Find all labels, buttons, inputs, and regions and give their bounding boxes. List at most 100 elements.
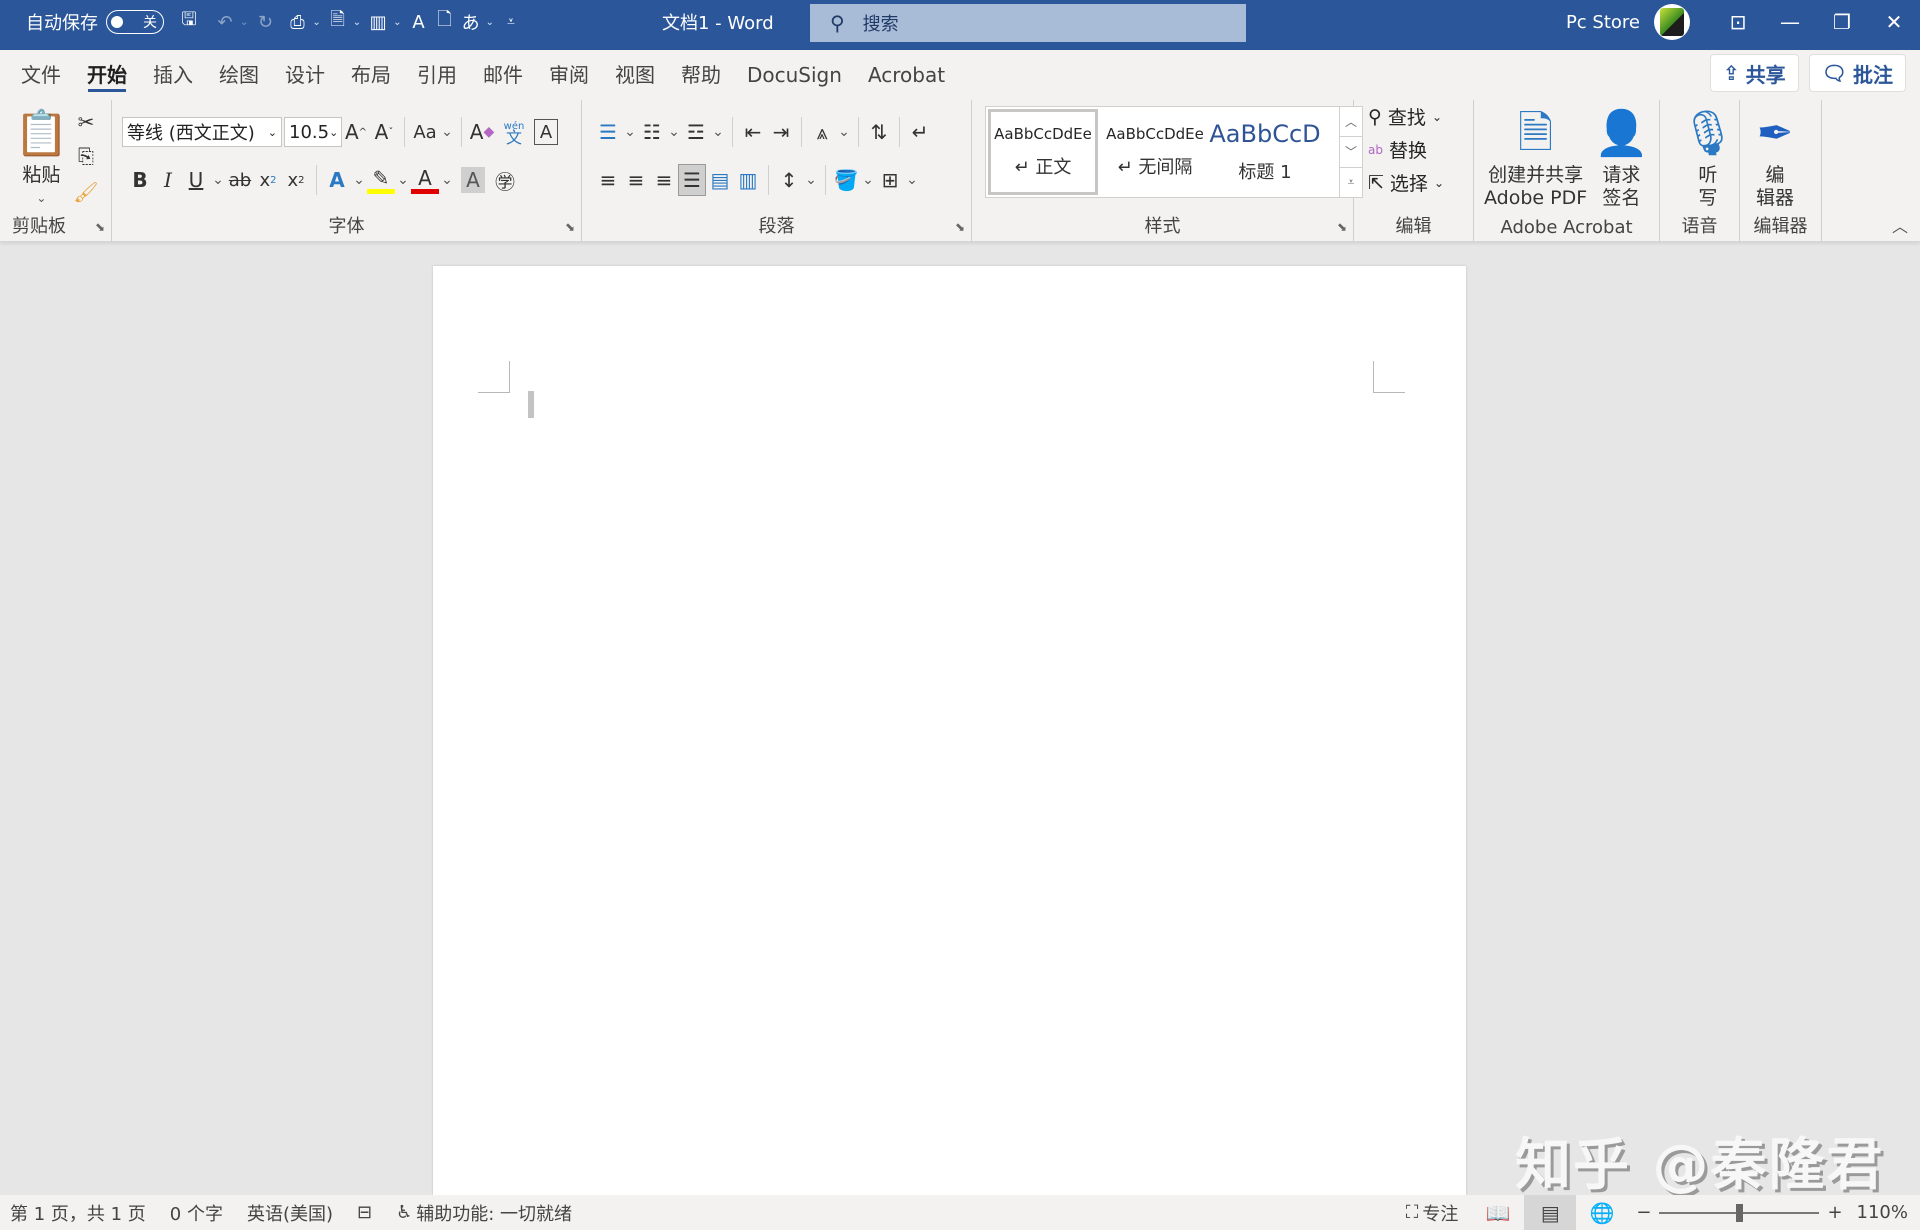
style-heading-1[interactable]: AaBbCcD 标题 1: [1209, 107, 1320, 197]
replace-button[interactable]: ab 替换: [1368, 133, 1444, 166]
translate-icon[interactable]: あ: [458, 7, 484, 37]
distributed-icon[interactable]: ▤: [706, 164, 734, 196]
minimize-icon[interactable]: —: [1764, 10, 1816, 34]
subscript-icon[interactable]: x2: [254, 164, 282, 196]
bold-icon[interactable]: B: [126, 164, 154, 196]
numbering-icon[interactable]: ☷: [638, 116, 666, 148]
tab-view[interactable]: 视图: [602, 50, 668, 100]
zoom-slider-thumb[interactable]: [1736, 1203, 1744, 1222]
chevron-down-icon[interactable]: ⌄: [439, 164, 455, 196]
language[interactable]: 英语(美国): [247, 1200, 333, 1226]
enclose-characters-icon[interactable]: ㊫: [491, 164, 519, 196]
align-center-icon[interactable]: ≡: [622, 164, 650, 196]
select-button[interactable]: ⇱ 选择 ⌄: [1368, 166, 1444, 199]
grow-font-icon[interactable]: A ^: [342, 116, 370, 148]
tab-mailings[interactable]: 邮件: [470, 50, 536, 100]
sort-icon[interactable]: ⇅: [865, 116, 893, 148]
change-case-button[interactable]: Aa: [411, 116, 439, 148]
style-normal[interactable]: AaBbCcDdEe ↵ 正文: [988, 109, 1098, 195]
chevron-down-icon[interactable]: ⌄: [666, 116, 682, 148]
word-count[interactable]: 0 个字: [170, 1200, 223, 1226]
dialog-launcher-icon[interactable]: ⬊: [1337, 220, 1347, 234]
clear-formatting-icon[interactable]: A ◆: [468, 116, 496, 148]
dialog-launcher-icon[interactable]: ⬊: [955, 220, 965, 234]
cut-icon[interactable]: ✂: [72, 106, 100, 138]
justify-icon[interactable]: ☰: [678, 164, 706, 196]
word-count-icon[interactable]: 🗋: [432, 7, 458, 37]
chevron-down-icon[interactable]: ⌄: [210, 164, 226, 196]
bullets-icon[interactable]: ☰: [594, 116, 622, 148]
autosave-toggle[interactable]: 关: [106, 10, 164, 34]
dialog-launcher-icon[interactable]: ⬊: [565, 220, 575, 234]
align-left-icon[interactable]: ≡: [594, 164, 622, 196]
shrink-font-icon[interactable]: Aˇ: [370, 116, 398, 148]
strikethrough-icon[interactable]: ab: [226, 164, 254, 196]
superscript-icon[interactable]: x2: [282, 164, 310, 196]
paste-button[interactable]: 📋 粘贴 ⌄: [14, 104, 69, 210]
decrease-indent-icon[interactable]: ⇤: [739, 116, 767, 148]
font-name-select[interactable]: 等线 (西文正文) ⌄: [122, 117, 282, 147]
tab-home[interactable]: 开始: [74, 50, 140, 100]
dialog-launcher-icon[interactable]: ⬊: [95, 220, 105, 234]
chevron-down-icon[interactable]: ⌄: [860, 164, 876, 196]
tab-references[interactable]: 引用: [404, 50, 470, 100]
increase-indent-icon[interactable]: ⇥: [767, 116, 795, 148]
focus-mode-button[interactable]: ⛶ 专注: [1406, 1200, 1459, 1226]
tab-acrobat[interactable]: Acrobat: [855, 50, 958, 100]
phonetic-guide-button[interactable]: wén 文: [500, 116, 528, 148]
print-layout-icon[interactable]: ▤: [1524, 1195, 1577, 1230]
request-signature-button[interactable]: 👤 请求 签名: [1594, 104, 1649, 210]
undo-icon[interactable]: ↶: [212, 7, 238, 37]
underline-icon[interactable]: U: [182, 164, 210, 196]
borders-icon[interactable]: ⊞: [876, 164, 904, 196]
table-icon[interactable]: ▥: [365, 7, 391, 37]
dictate-button[interactable]: 🎙 听 写: [1680, 104, 1736, 210]
customize-qat-icon[interactable]: ⩡: [498, 7, 524, 37]
line-spacing-icon[interactable]: ↕: [775, 164, 803, 196]
text-effects-icon[interactable]: A: [323, 164, 351, 196]
find-button[interactable]: ⚲ 查找 ⌄: [1368, 100, 1444, 133]
zoom-slider[interactable]: [1659, 1203, 1820, 1222]
clear-format-icon[interactable]: A: [406, 7, 432, 37]
page-count[interactable]: 第 1 页，共 1 页: [10, 1200, 146, 1226]
restore-icon[interactable]: ❐: [1816, 10, 1868, 34]
zoom-out-icon[interactable]: −: [1636, 1202, 1651, 1223]
collapse-ribbon-icon[interactable]: ︿: [1892, 213, 1908, 237]
web-layout-icon[interactable]: 🌐: [1576, 1195, 1628, 1230]
shading-icon[interactable]: 🪣: [832, 164, 860, 196]
macro-recording-icon[interactable]: ⊟: [357, 1202, 372, 1223]
copy-icon[interactable]: ⎘: [72, 140, 100, 172]
chevron-down-icon[interactable]: ⌄: [351, 164, 367, 196]
chevron-down-icon[interactable]: ⌄: [622, 116, 638, 148]
multilevel-list-icon[interactable]: ☲: [682, 116, 710, 148]
tab-help[interactable]: 帮助: [668, 50, 734, 100]
chinese-layout-icon[interactable]: ⩓: [808, 116, 836, 148]
create-share-pdf-button[interactable]: 🗎 创建并共享 Adobe PDF: [1484, 104, 1587, 210]
avatar[interactable]: [1654, 4, 1690, 40]
read-mode-icon[interactable]: 📖: [1472, 1195, 1524, 1230]
zoom-in-icon[interactable]: +: [1827, 1202, 1842, 1223]
style-no-spacing[interactable]: AaBbCcDdEe ↵ 无间隔: [1100, 107, 1210, 197]
chevron-down-icon[interactable]: ⌄: [439, 116, 455, 148]
align-right-icon[interactable]: ≡: [650, 164, 678, 196]
redo-icon[interactable]: ↻: [252, 7, 278, 37]
save-icon[interactable]: 🖫: [176, 7, 202, 37]
format-painter-icon[interactable]: 🖌: [72, 176, 100, 208]
character-border-icon[interactable]: A: [534, 119, 558, 145]
search-box[interactable]: ⚲ 搜索: [810, 4, 1246, 42]
ribbon-display-icon[interactable]: ⊡: [1712, 10, 1764, 34]
show-marks-icon[interactable]: ↵: [906, 116, 934, 148]
share-button[interactable]: ⇪ 共享: [1709, 54, 1799, 92]
account-name[interactable]: Pc Store: [1566, 12, 1640, 33]
close-icon[interactable]: ✕: [1868, 10, 1920, 34]
accessibility-status[interactable]: ♿ 辅助功能: 一切就绪: [396, 1200, 572, 1226]
tab-review[interactable]: 审阅: [536, 50, 602, 100]
highlight-icon[interactable]: ✎: [367, 166, 395, 194]
tab-draw[interactable]: 绘图: [206, 50, 272, 100]
document-icon[interactable]: 🗎: [325, 7, 351, 37]
chevron-down-icon[interactable]: ⌄: [904, 164, 920, 196]
tab-layout[interactable]: 布局: [338, 50, 404, 100]
italic-icon[interactable]: I: [154, 164, 182, 196]
chevron-down-icon[interactable]: ⌄: [836, 116, 852, 148]
character-shading-icon[interactable]: A: [461, 167, 485, 193]
